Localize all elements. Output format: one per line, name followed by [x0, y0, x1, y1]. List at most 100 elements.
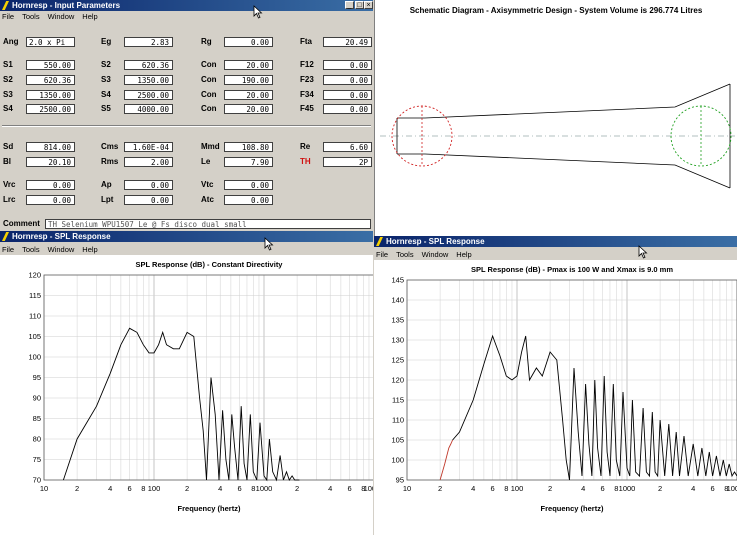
x-tick-label: 6	[711, 484, 715, 493]
x-tick-label: 4	[218, 484, 222, 493]
spl-right-titlebar[interactable]: Hornresp - SPL Response	[374, 236, 737, 247]
x-tick-label: 2	[548, 484, 552, 493]
param-field-f45[interactable]: 0.00	[323, 104, 372, 114]
y-tick-label: 140	[391, 296, 404, 305]
x-tick-label: 10000	[727, 484, 737, 493]
param-field-s3[interactable]: 1350.00	[124, 75, 173, 85]
param-field-con[interactable]: 20.00	[224, 90, 273, 100]
close-icon[interactable]: ×	[364, 1, 373, 9]
spl-right-menu-tools[interactable]: Tools	[396, 250, 414, 259]
param-label-s4: S4	[3, 104, 13, 113]
y-tick-label: 100	[391, 456, 404, 465]
group-divider	[2, 125, 371, 127]
param-label-le: Le	[201, 157, 211, 166]
chart-background	[0, 255, 373, 535]
param-field-f23[interactable]: 0.00	[323, 75, 372, 85]
input-menu-file[interactable]: File	[2, 12, 14, 21]
param-field-s4[interactable]: 2500.00	[124, 90, 173, 100]
spl-right-menu-file[interactable]: File	[376, 250, 388, 259]
param-field-atc[interactable]: 0.00	[224, 195, 273, 205]
param-field-th[interactable]: 2P	[323, 157, 372, 167]
mouse-cursor-icon	[638, 245, 648, 259]
param-field-cms[interactable]: 1.60E-04	[124, 142, 173, 152]
param-field-lpt[interactable]: 0.00	[124, 195, 173, 205]
param-field-f12[interactable]: 0.00	[323, 60, 372, 70]
param-field-s4[interactable]: 2500.00	[26, 104, 75, 114]
param-field-re[interactable]: 6.60	[323, 142, 372, 152]
x-tick-label: 10000	[364, 484, 373, 493]
param-field-mmd[interactable]: 108.80	[224, 142, 273, 152]
spl-left-title: Hornresp - SPL Response	[12, 232, 111, 241]
spl-chart-left: SPL Response (dB) - Constant Directivity…	[0, 255, 373, 535]
param-field-eg[interactable]: 2.83	[124, 37, 173, 47]
input-menu-window[interactable]: Window	[48, 12, 75, 21]
param-label-f34: F34	[300, 90, 314, 99]
y-tick-label: 130	[391, 336, 404, 345]
horn-profile-top	[397, 83, 731, 119]
x-axis-label: Frequency (hertz)	[541, 504, 604, 513]
param-label-s2: S2	[101, 60, 111, 69]
param-field-fta[interactable]: 20.49	[323, 37, 372, 47]
param-field-vtc[interactable]: 0.00	[224, 180, 273, 190]
param-field-s2[interactable]: 620.36	[124, 60, 173, 70]
spl-right-title: Hornresp - SPL Response	[386, 237, 485, 246]
spl-right-menu-help[interactable]: Help	[456, 250, 471, 259]
comment-field[interactable]: TH_Selenium_WPU1507_Le @ Fs_disco dual_s…	[45, 219, 371, 229]
input-window-titlebar[interactable]: Hornresp - Input Parameters	[0, 0, 373, 11]
y-tick-label: 125	[391, 356, 404, 365]
param-label-re: Re	[300, 142, 311, 151]
param-field-bl[interactable]: 20.10	[26, 157, 75, 167]
param-field-s2[interactable]: 620.36	[26, 75, 75, 85]
input-menu-help[interactable]: Help	[82, 12, 97, 21]
spl-left-menu-tools[interactable]: Tools	[22, 245, 40, 254]
maximize-icon[interactable]: □	[355, 1, 364, 9]
x-tick-label: 4	[108, 484, 112, 493]
x-tick-label: 10	[40, 484, 48, 493]
param-field-lrc[interactable]: 0.00	[26, 195, 75, 205]
input-menubar: File Tools Window Help	[0, 11, 373, 22]
param-label-mmd: Mmd	[201, 142, 220, 151]
param-field-le[interactable]: 7.90	[224, 157, 273, 167]
param-field-sd[interactable]: 814.00	[26, 142, 75, 152]
minimize-icon[interactable]: _	[345, 1, 354, 9]
param-label-con: Con	[201, 60, 217, 69]
spl-left-menu-file[interactable]: File	[2, 245, 14, 254]
spl-right-window: Hornresp - SPL Response File Tools Window H…	[374, 236, 737, 535]
param-field-s1[interactable]: 550.00	[26, 60, 75, 70]
x-axis-label: Frequency (hertz)	[178, 504, 241, 513]
input-menu-tools[interactable]: Tools	[22, 12, 40, 21]
spl-left-titlebar[interactable]: Hornresp - SPL Response	[0, 231, 373, 242]
spl-right-menu-window[interactable]: Window	[422, 250, 449, 259]
x-tick-label: 6	[491, 484, 495, 493]
param-label-f45: F45	[300, 104, 314, 113]
param-label-vrc: Vrc	[3, 180, 16, 189]
hornresp-logo-icon	[2, 1, 9, 10]
param-field-ap[interactable]: 0.00	[124, 180, 173, 190]
param-field-s3[interactable]: 1350.00	[26, 90, 75, 100]
param-label-vtc: Vtc	[201, 180, 214, 189]
param-field-vrc[interactable]: 0.00	[26, 180, 75, 190]
param-field-f34[interactable]: 0.00	[323, 90, 372, 100]
spl-left-menu-window[interactable]: Window	[48, 245, 75, 254]
y-tick-label: 105	[391, 436, 404, 445]
param-label-s3: S3	[3, 90, 13, 99]
x-tick-label: 10	[403, 484, 411, 493]
y-tick-label: 100	[28, 353, 41, 362]
param-label-s5: S5	[101, 104, 111, 113]
y-tick-label: 95	[33, 373, 41, 382]
param-label-con: Con	[201, 75, 217, 84]
schematic-diagram	[380, 83, 735, 189]
param-field-con[interactable]: 190.00	[224, 75, 273, 85]
x-tick-label: 4	[471, 484, 475, 493]
y-tick-label: 120	[28, 271, 41, 280]
param-label-lrc: Lrc	[3, 195, 16, 204]
param-field-con[interactable]: 20.00	[224, 104, 273, 114]
spl-left-menu-help[interactable]: Help	[82, 245, 97, 254]
param-label-s2: S2	[3, 75, 13, 84]
param-field-s5[interactable]: 4000.00	[124, 104, 173, 114]
param-label-f12: F12	[300, 60, 314, 69]
param-field-con[interactable]: 20.00	[224, 60, 273, 70]
param-field-rms[interactable]: 2.00	[124, 157, 173, 167]
param-field-ang[interactable]: 2.0 x Pi	[26, 37, 75, 47]
param-field-rg[interactable]: 0.00	[224, 37, 273, 47]
